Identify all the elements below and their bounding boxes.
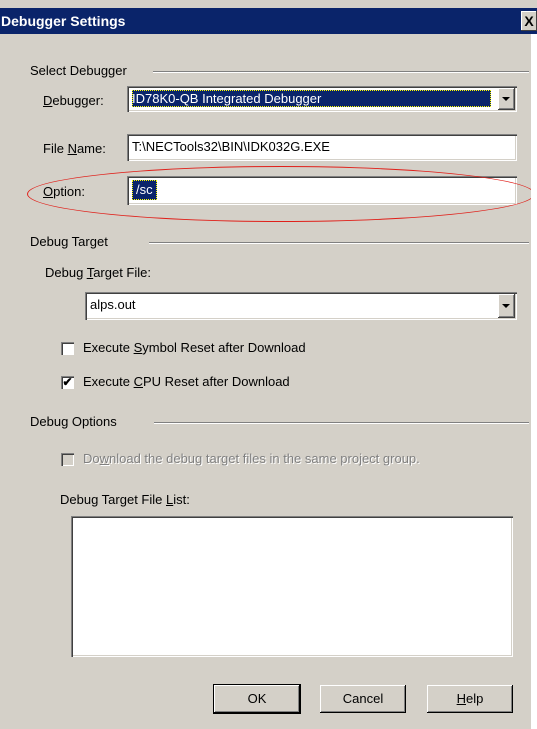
ok-button[interactable]: OK [214,685,300,713]
title-bar[interactable]: Debugger Settings X [0,8,537,34]
debug-target-file-list[interactable] [71,516,513,657]
debugger-settings-dialog: Debugger Settings X Select Debugger Debu… [0,0,537,729]
debug-target-divider [149,242,529,244]
option-label: Option: [43,184,85,199]
debug-target-file-select[interactable]: alps.out [85,292,517,320]
debug-options-group-label: Debug Options [30,414,117,429]
debugger-label: Debugger: [43,93,104,108]
select-debugger-group-label: Select Debugger [30,63,127,78]
option-input[interactable]: /sc [127,176,517,205]
filename-label: File Name: [43,141,106,156]
debug-target-file-label: Debug Target File: [45,265,151,280]
select-debugger-divider [153,71,529,73]
filename-value: T:\NECTools32\BIN\IDK032G.EXE [132,139,330,154]
cancel-button[interactable]: Cancel [320,685,406,713]
symbol-reset-checkbox[interactable] [61,342,74,355]
debug-target-group-label: Debug Target [30,234,108,249]
window-edge [531,34,537,729]
help-button[interactable]: Help [427,685,513,713]
close-button[interactable]: X [521,11,537,31]
chevron-down-icon [502,304,510,308]
option-value: /sc [132,180,157,200]
debugger-dropdown-button[interactable] [498,88,515,110]
debug-target-file-dropdown-button[interactable] [498,294,515,318]
debugger-selected-value: ID78K0-QB Integrated Debugger [132,90,491,107]
debug-options-divider [154,422,529,424]
debug-target-file-list-label: Debug Target File List: [60,492,190,507]
debug-target-file-value: alps.out [90,297,136,312]
download-same-group-label: Download the debug target files in the s… [83,451,420,466]
download-same-group-checkbox[interactable] [61,453,74,466]
symbol-reset-label[interactable]: Execute Symbol Reset after Download [83,340,306,355]
filename-input[interactable]: T:\NECTools32\BIN\IDK032G.EXE [127,134,517,161]
chevron-down-icon [502,97,510,101]
cpu-reset-label[interactable]: Execute CPU Reset after Download [83,374,290,389]
dialog-title: Debugger Settings [1,13,126,29]
debugger-select[interactable]: ID78K0-QB Integrated Debugger [127,86,517,112]
cpu-reset-checkbox[interactable]: ✔ [61,376,74,389]
